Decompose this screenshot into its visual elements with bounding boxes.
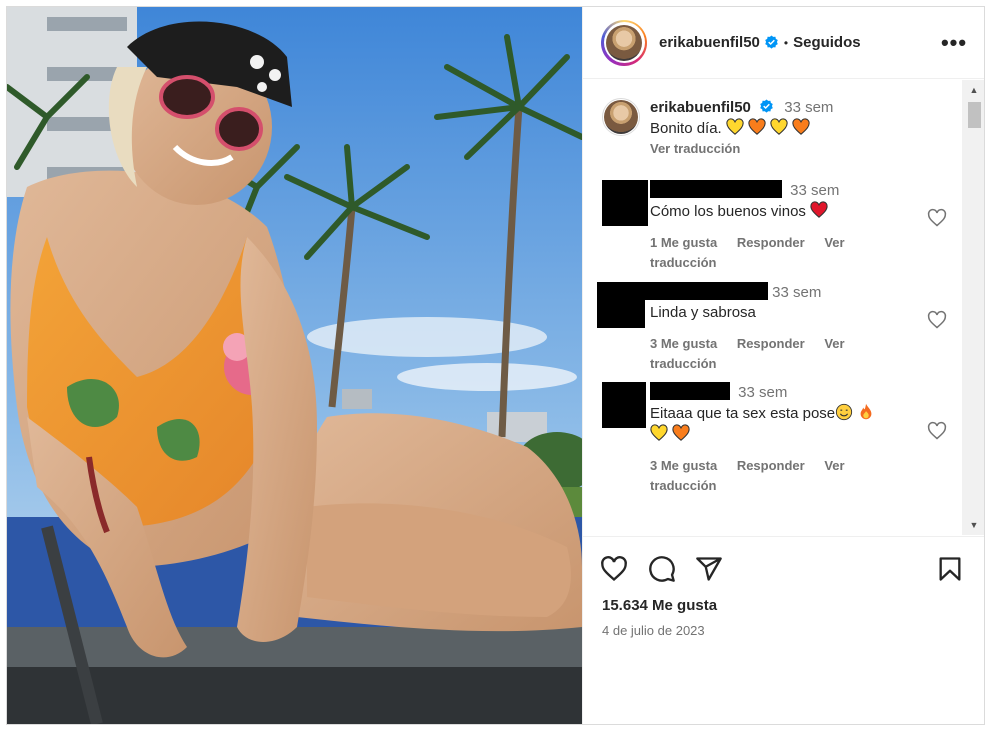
comment-likes[interactable]: 3 Me gusta bbox=[650, 458, 717, 473]
author-username[interactable]: erikabuenfil50 bbox=[659, 34, 760, 51]
post-side-panel: erikabuenfil50 • Seguidos ••• erikabuenf… bbox=[582, 7, 984, 724]
comment-time[interactable]: 33 sem bbox=[738, 384, 787, 401]
reply-button[interactable]: Responder bbox=[737, 458, 805, 473]
save-bookmark-icon[interactable] bbox=[936, 555, 964, 583]
comments-scrollbar[interactable]: ▲ ▼ bbox=[962, 80, 984, 535]
orange-heart-icon bbox=[792, 118, 811, 135]
like-count[interactable]: 15.634 Me gusta bbox=[602, 597, 717, 614]
scroll-down-arrow-icon[interactable]: ▼ bbox=[962, 515, 984, 535]
like-comment-heart-icon[interactable] bbox=[927, 208, 947, 228]
orange-heart-icon bbox=[672, 424, 690, 441]
post-date[interactable]: 4 de julio de 2023 bbox=[602, 623, 705, 638]
yellow-heart-icon bbox=[770, 118, 788, 135]
author-avatar[interactable] bbox=[606, 24, 642, 61]
yellow-heart-icon bbox=[650, 424, 668, 441]
redacted-avatar[interactable] bbox=[602, 382, 646, 428]
scroll-up-arrow-icon[interactable]: ▲ bbox=[962, 80, 984, 100]
verified-badge-icon bbox=[765, 35, 778, 49]
comment-bubble-icon[interactable] bbox=[648, 555, 676, 583]
red-heart-icon bbox=[810, 201, 828, 218]
share-paper-plane-icon[interactable] bbox=[695, 555, 723, 583]
reply-button[interactable]: Responder bbox=[737, 235, 805, 250]
post-header: erikabuenfil50 • Seguidos ••• bbox=[583, 7, 984, 79]
post-photo[interactable] bbox=[7, 7, 582, 724]
redacted-username[interactable] bbox=[650, 180, 782, 198]
caption-avatar[interactable] bbox=[602, 98, 640, 136]
caption-time[interactable]: 33 sem bbox=[784, 99, 833, 116]
comments-list: erikabuenfil50 33 sem Bonito día. Ver tr… bbox=[583, 80, 984, 535]
yellow-heart-icon bbox=[726, 118, 744, 135]
following-button[interactable]: Seguidos bbox=[793, 34, 861, 51]
comment-likes[interactable]: 1 Me gusta bbox=[650, 235, 717, 250]
caption-translate-link[interactable]: Ver traducción bbox=[650, 141, 740, 156]
verified-badge-icon bbox=[760, 99, 773, 113]
fire-icon bbox=[860, 403, 872, 420]
comment-text: Cómo los buenos vinos bbox=[650, 203, 806, 220]
story-ring[interactable] bbox=[601, 19, 647, 66]
comment-likes[interactable]: 3 Me gusta bbox=[650, 336, 717, 351]
redacted-username[interactable] bbox=[642, 282, 768, 300]
reply-button[interactable]: Responder bbox=[737, 336, 805, 351]
comment-time[interactable]: 33 sem bbox=[772, 284, 821, 301]
header-separator: • bbox=[783, 35, 789, 50]
more-horizontal-icon[interactable]: ••• bbox=[939, 30, 969, 56]
caption-text: Bonito día. bbox=[650, 120, 722, 137]
like-heart-icon[interactable] bbox=[600, 555, 628, 583]
redacted-username[interactable] bbox=[650, 382, 730, 400]
comment-text: Eitaaa que ta sex esta pose bbox=[650, 405, 836, 422]
redacted-avatar[interactable] bbox=[602, 180, 648, 226]
post-actions: 15.634 Me gusta 4 de julio de 2023 bbox=[583, 536, 984, 724]
comment-text: Linda y sabrosa bbox=[650, 304, 756, 321]
caption-username[interactable]: erikabuenfil50 bbox=[650, 99, 751, 116]
comment-time[interactable]: 33 sem bbox=[790, 182, 839, 199]
like-comment-heart-icon[interactable] bbox=[927, 421, 947, 441]
smiling-face-icon bbox=[836, 403, 853, 421]
like-comment-heart-icon[interactable] bbox=[927, 310, 947, 330]
instagram-post-window: erikabuenfil50 • Seguidos ••• erikabuenf… bbox=[6, 6, 985, 725]
orange-heart-icon bbox=[748, 118, 766, 135]
redacted-avatar[interactable] bbox=[597, 282, 645, 328]
post-photo-image bbox=[7, 7, 582, 724]
scrollbar-thumb[interactable] bbox=[968, 102, 981, 128]
